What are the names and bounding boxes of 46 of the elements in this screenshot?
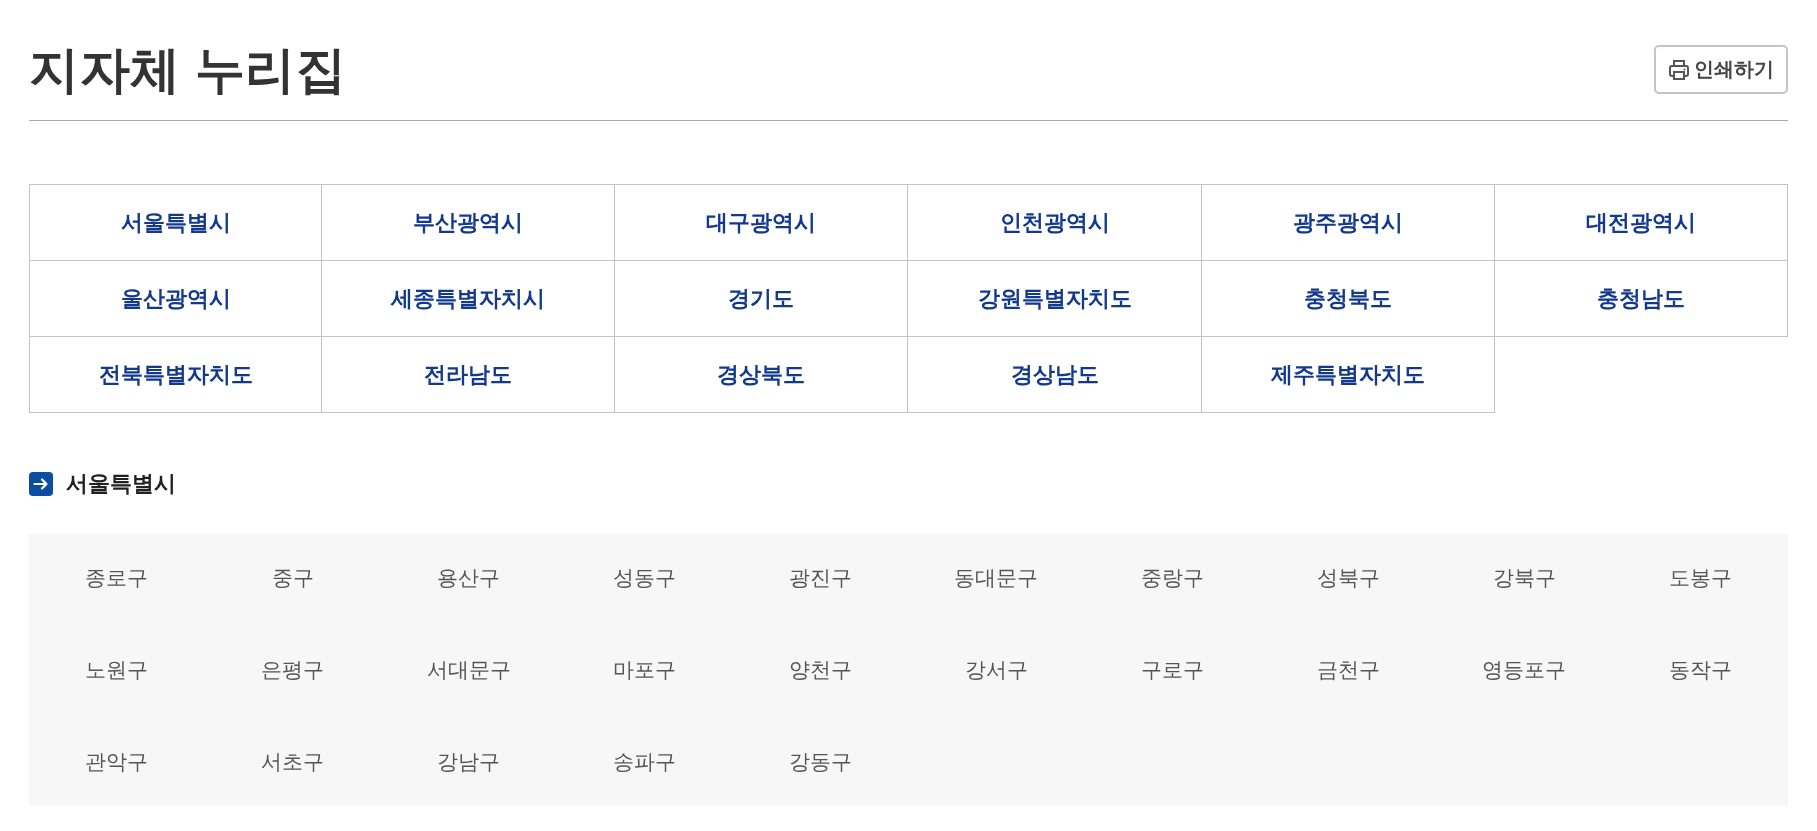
district-link[interactable]: 금천구 bbox=[1316, 656, 1380, 684]
district-link[interactable]: 강북구 bbox=[1492, 564, 1556, 592]
region-link[interactable]: 세종특별자치시 bbox=[322, 261, 616, 337]
district-link[interactable]: 영등포구 bbox=[1482, 656, 1567, 684]
printer-icon bbox=[1668, 58, 1690, 81]
district-link[interactable]: 은평구 bbox=[261, 656, 325, 684]
district-link[interactable]: 용산구 bbox=[437, 564, 501, 592]
district-link[interactable]: 관악구 bbox=[85, 748, 149, 776]
district-link[interactable]: 동작구 bbox=[1668, 656, 1732, 684]
district-link[interactable]: 성동구 bbox=[613, 564, 677, 592]
region-link[interactable]: 전북특별자치도 bbox=[29, 337, 323, 413]
region-link[interactable]: 충청남도 bbox=[1494, 261, 1788, 337]
region-link[interactable]: 대구광역시 bbox=[615, 184, 909, 261]
region-link[interactable]: 강원특별자치도 bbox=[908, 261, 1202, 337]
district-link[interactable]: 종로구 bbox=[85, 564, 149, 592]
district-link[interactable]: 강서구 bbox=[964, 656, 1028, 684]
district-link[interactable]: 강남구 bbox=[437, 748, 501, 776]
district-link[interactable]: 서초구 bbox=[261, 748, 325, 776]
region-link[interactable]: 울산광역시 bbox=[29, 261, 323, 337]
page-title: 지자체 누리집 bbox=[29, 41, 347, 100]
district-link[interactable]: 광진구 bbox=[789, 564, 853, 592]
region-link[interactable]: 광주광역시 bbox=[1201, 184, 1495, 261]
region-link[interactable]: 경기도 bbox=[615, 261, 909, 337]
district-link[interactable]: 서대문구 bbox=[426, 656, 511, 684]
print-button[interactable]: 인쇄하기 bbox=[1654, 45, 1788, 94]
district-link[interactable]: 강동구 bbox=[789, 748, 853, 776]
region-link[interactable]: 인천광역시 bbox=[908, 184, 1202, 261]
region-link[interactable]: 대전광역시 bbox=[1494, 184, 1788, 261]
section-title: 서울특별시 bbox=[66, 470, 176, 498]
district-link[interactable]: 송파구 bbox=[613, 748, 677, 776]
district-link[interactable]: 도봉구 bbox=[1668, 564, 1732, 592]
region-link[interactable]: 경상북도 bbox=[615, 337, 909, 413]
region-link[interactable]: 부산광역시 bbox=[322, 184, 616, 261]
district-link[interactable]: 동대문구 bbox=[954, 564, 1039, 592]
region-link[interactable]: 제주특별자치도 bbox=[1201, 337, 1495, 413]
district-link[interactable]: 노원구 bbox=[85, 656, 149, 684]
region-link[interactable]: 충청북도 bbox=[1201, 261, 1495, 337]
district-link[interactable]: 구로구 bbox=[1140, 656, 1204, 684]
district-link[interactable]: 양천구 bbox=[789, 656, 853, 684]
region-link[interactable]: 서울특별시 bbox=[29, 184, 323, 261]
region-link[interactable]: 경상남도 bbox=[908, 337, 1202, 413]
district-link[interactable]: 성북구 bbox=[1316, 564, 1380, 592]
district-link[interactable]: 중구 bbox=[271, 564, 314, 592]
region-link[interactable]: 전라남도 bbox=[322, 337, 616, 413]
district-link[interactable]: 중랑구 bbox=[1140, 564, 1204, 592]
district-link[interactable]: 마포구 bbox=[613, 656, 677, 684]
